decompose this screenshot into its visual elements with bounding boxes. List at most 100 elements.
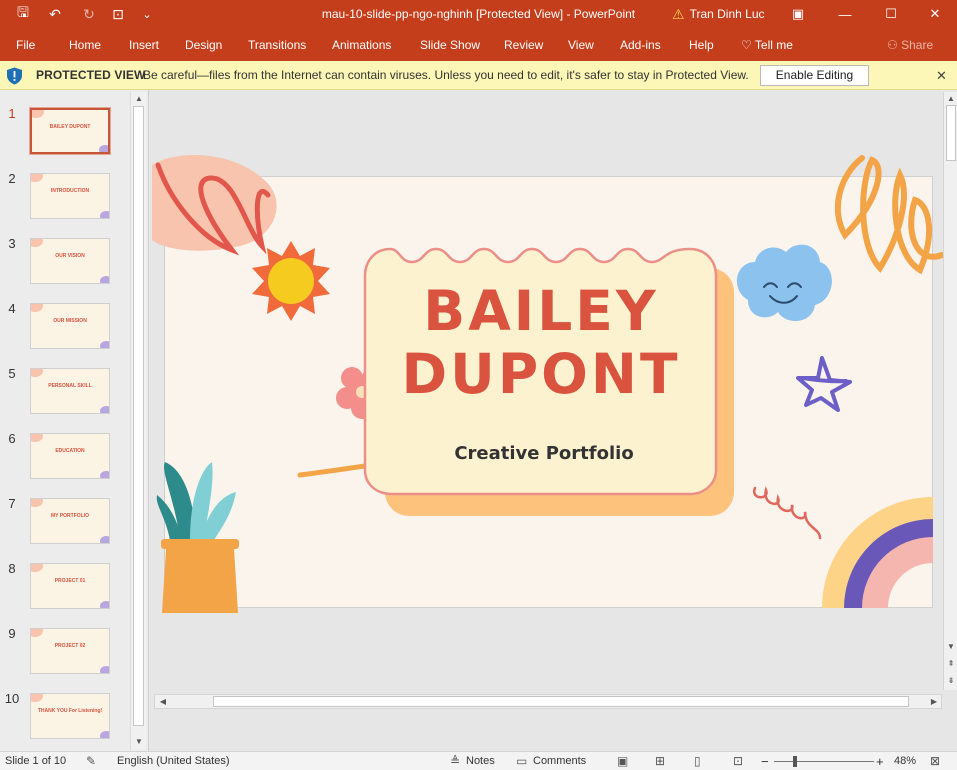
- close-icon[interactable]: ✕: [912, 0, 957, 28]
- tab-file[interactable]: File: [16, 28, 35, 61]
- horizontal-scrollbar[interactable]: ◀ ▶: [154, 694, 942, 709]
- tell-me-label: Tell me: [754, 38, 793, 52]
- thumbnail-decoration: [31, 629, 43, 637]
- thumbnail-decoration: [100, 666, 109, 673]
- zoom-slider[interactable]: [774, 761, 874, 762]
- thumbnail-number: 10: [4, 691, 20, 706]
- slide-subtitle[interactable]: Creative Portfolio: [366, 443, 722, 464]
- minimize-icon[interactable]: —: [822, 0, 868, 28]
- ribbon-display-options-icon[interactable]: ▣: [775, 0, 821, 28]
- scroll-up-icon[interactable]: ▲: [944, 92, 957, 106]
- slide-thumbnail[interactable]: INTRODUCTION: [30, 173, 110, 219]
- scroll-left-icon[interactable]: ◀: [156, 695, 170, 709]
- thumbnail-title: PERSONAL SKILL: [48, 383, 92, 389]
- tab-add-ins[interactable]: Add-ins: [620, 28, 661, 61]
- thumbnail-scroll-thumb[interactable]: [133, 106, 144, 726]
- thumbnail-decoration: [31, 694, 43, 702]
- scroll-up-icon[interactable]: ▲: [132, 92, 146, 106]
- save-icon[interactable]: 🖫: [11, 0, 35, 28]
- thumbnail-scrollbar[interactable]: ▲ ▼: [130, 92, 146, 750]
- share-button[interactable]: ⚇ Share: [887, 28, 933, 61]
- title-bar: 🖫 ↶ ↻ ⊡ ⌄ mau-10-slide-pp-ngo-nghinh [Pr…: [0, 0, 957, 28]
- slide-thumbnail[interactable]: EDUCATION: [30, 433, 110, 479]
- thumbnail-decoration: [100, 731, 109, 738]
- tab-home[interactable]: Home: [69, 28, 101, 61]
- thumbnail-decoration: [31, 174, 43, 182]
- start-presentation-icon[interactable]: ⊡: [106, 0, 130, 28]
- close-message-bar-icon[interactable]: ✕: [936, 61, 947, 90]
- thumbnail-title: OUR VISION: [55, 253, 85, 259]
- thumbnail-number: 9: [8, 626, 16, 641]
- status-bar: Slide 1 of 10 ✎ English (United States) …: [0, 751, 957, 770]
- notes-button[interactable]: Notes: [466, 752, 495, 770]
- thumbnail-decoration: [31, 304, 43, 312]
- slide-show-icon[interactable]: ⊡: [733, 755, 743, 768]
- horizontal-scroll-thumb[interactable]: [213, 696, 909, 707]
- notes-icon[interactable]: ≜: [450, 755, 460, 768]
- slide-sorter-icon[interactable]: ⊞: [655, 755, 665, 768]
- tab-help[interactable]: Help: [689, 28, 714, 61]
- tab-slide-show[interactable]: Slide Show: [420, 28, 480, 61]
- spell-check-icon[interactable]: ✎: [86, 755, 96, 768]
- customize-quick-access-icon[interactable]: ⌄: [135, 0, 159, 28]
- lightbulb-icon: ♡: [741, 38, 752, 52]
- user-name: Tran Dinh Luc: [689, 7, 765, 21]
- language-indicator[interactable]: English (United States): [117, 752, 230, 770]
- redo-icon[interactable]: ↻: [77, 0, 101, 28]
- maximize-icon[interactable]: ☐: [868, 0, 914, 28]
- tab-review[interactable]: Review: [504, 28, 543, 61]
- tell-me-search[interactable]: ♡ Tell me: [741, 28, 793, 61]
- slide-thumbnail[interactable]: OUR VISION: [30, 238, 110, 284]
- thumbnail-title: INTRODUCTION: [50, 188, 90, 194]
- zoom-slider-handle[interactable]: [793, 756, 798, 767]
- thumbnail-title: OUR MISSION: [53, 318, 87, 324]
- slide-title[interactable]: BAILEY DUPONT: [366, 280, 716, 406]
- slide-thumbnail[interactable]: THANK YOU For Listening!: [30, 693, 110, 739]
- zoom-in-button[interactable]: +: [876, 752, 884, 770]
- thumbnail-number: 3: [8, 236, 16, 251]
- vertical-scroll-thumb[interactable]: [946, 105, 956, 161]
- undo-icon[interactable]: ↶: [43, 0, 67, 28]
- reading-view-icon[interactable]: ▯: [694, 755, 701, 768]
- next-slide-icon[interactable]: ⇟: [944, 674, 957, 688]
- thumbnail-number: 7: [8, 496, 16, 511]
- slide-thumbnail[interactable]: PROJECT 01: [30, 563, 110, 609]
- rainbow-icon: [822, 497, 933, 608]
- scroll-down-icon[interactable]: ▼: [944, 640, 957, 654]
- plant-pot-icon: [156, 462, 239, 613]
- thumbnail-decoration: [31, 239, 43, 247]
- thumbnail-title: PROJECT 02: [54, 643, 86, 649]
- thumbnail-decoration: [32, 110, 44, 118]
- slide-thumbnail[interactable]: PROJECT 02: [30, 628, 110, 674]
- fit-slide-icon[interactable]: ⊠: [930, 755, 940, 768]
- thumbnail-title: BAILEY DUPONT: [49, 124, 91, 130]
- zoom-level[interactable]: 48%: [894, 752, 916, 770]
- comments-icon[interactable]: ▭: [516, 755, 527, 768]
- scroll-right-icon[interactable]: ▶: [927, 695, 941, 709]
- enable-editing-button[interactable]: Enable Editing: [760, 65, 869, 86]
- vertical-scrollbar[interactable]: ▲ ▼ ⇞ ⇟: [943, 92, 957, 690]
- tab-transitions[interactable]: Transitions: [248, 28, 306, 61]
- slide-thumbnail[interactable]: OUR MISSION: [30, 303, 110, 349]
- normal-view-icon[interactable]: ▣: [617, 755, 628, 768]
- tab-animations[interactable]: Animations: [332, 28, 391, 61]
- account-user[interactable]: ⚠ Tran Dinh Luc: [672, 0, 765, 28]
- slide-thumbnail[interactable]: BAILEY DUPONT: [29, 107, 111, 155]
- thumbnail-decoration: [31, 499, 43, 507]
- previous-slide-icon[interactable]: ⇞: [944, 657, 957, 671]
- thumbnail-decoration: [100, 406, 109, 413]
- slide-thumbnail[interactable]: MY PORTFOLIO: [30, 498, 110, 544]
- person-icon: ⚇: [887, 38, 898, 52]
- scroll-down-icon[interactable]: ▼: [132, 735, 146, 749]
- zoom-out-button[interactable]: −: [761, 752, 769, 770]
- tab-view[interactable]: View: [568, 28, 594, 61]
- slide-thumbnail[interactable]: PERSONAL SKILL: [30, 368, 110, 414]
- comments-button[interactable]: Comments: [533, 752, 586, 770]
- sun-icon: [252, 241, 330, 321]
- tab-design[interactable]: Design: [185, 28, 222, 61]
- tab-insert[interactable]: Insert: [129, 28, 159, 61]
- thumbnail-decoration: [31, 564, 43, 572]
- curl-doodle-shape: [752, 486, 822, 540]
- thumbnail-decoration: [100, 601, 109, 608]
- thumbnail-title: EDUCATION: [55, 448, 85, 454]
